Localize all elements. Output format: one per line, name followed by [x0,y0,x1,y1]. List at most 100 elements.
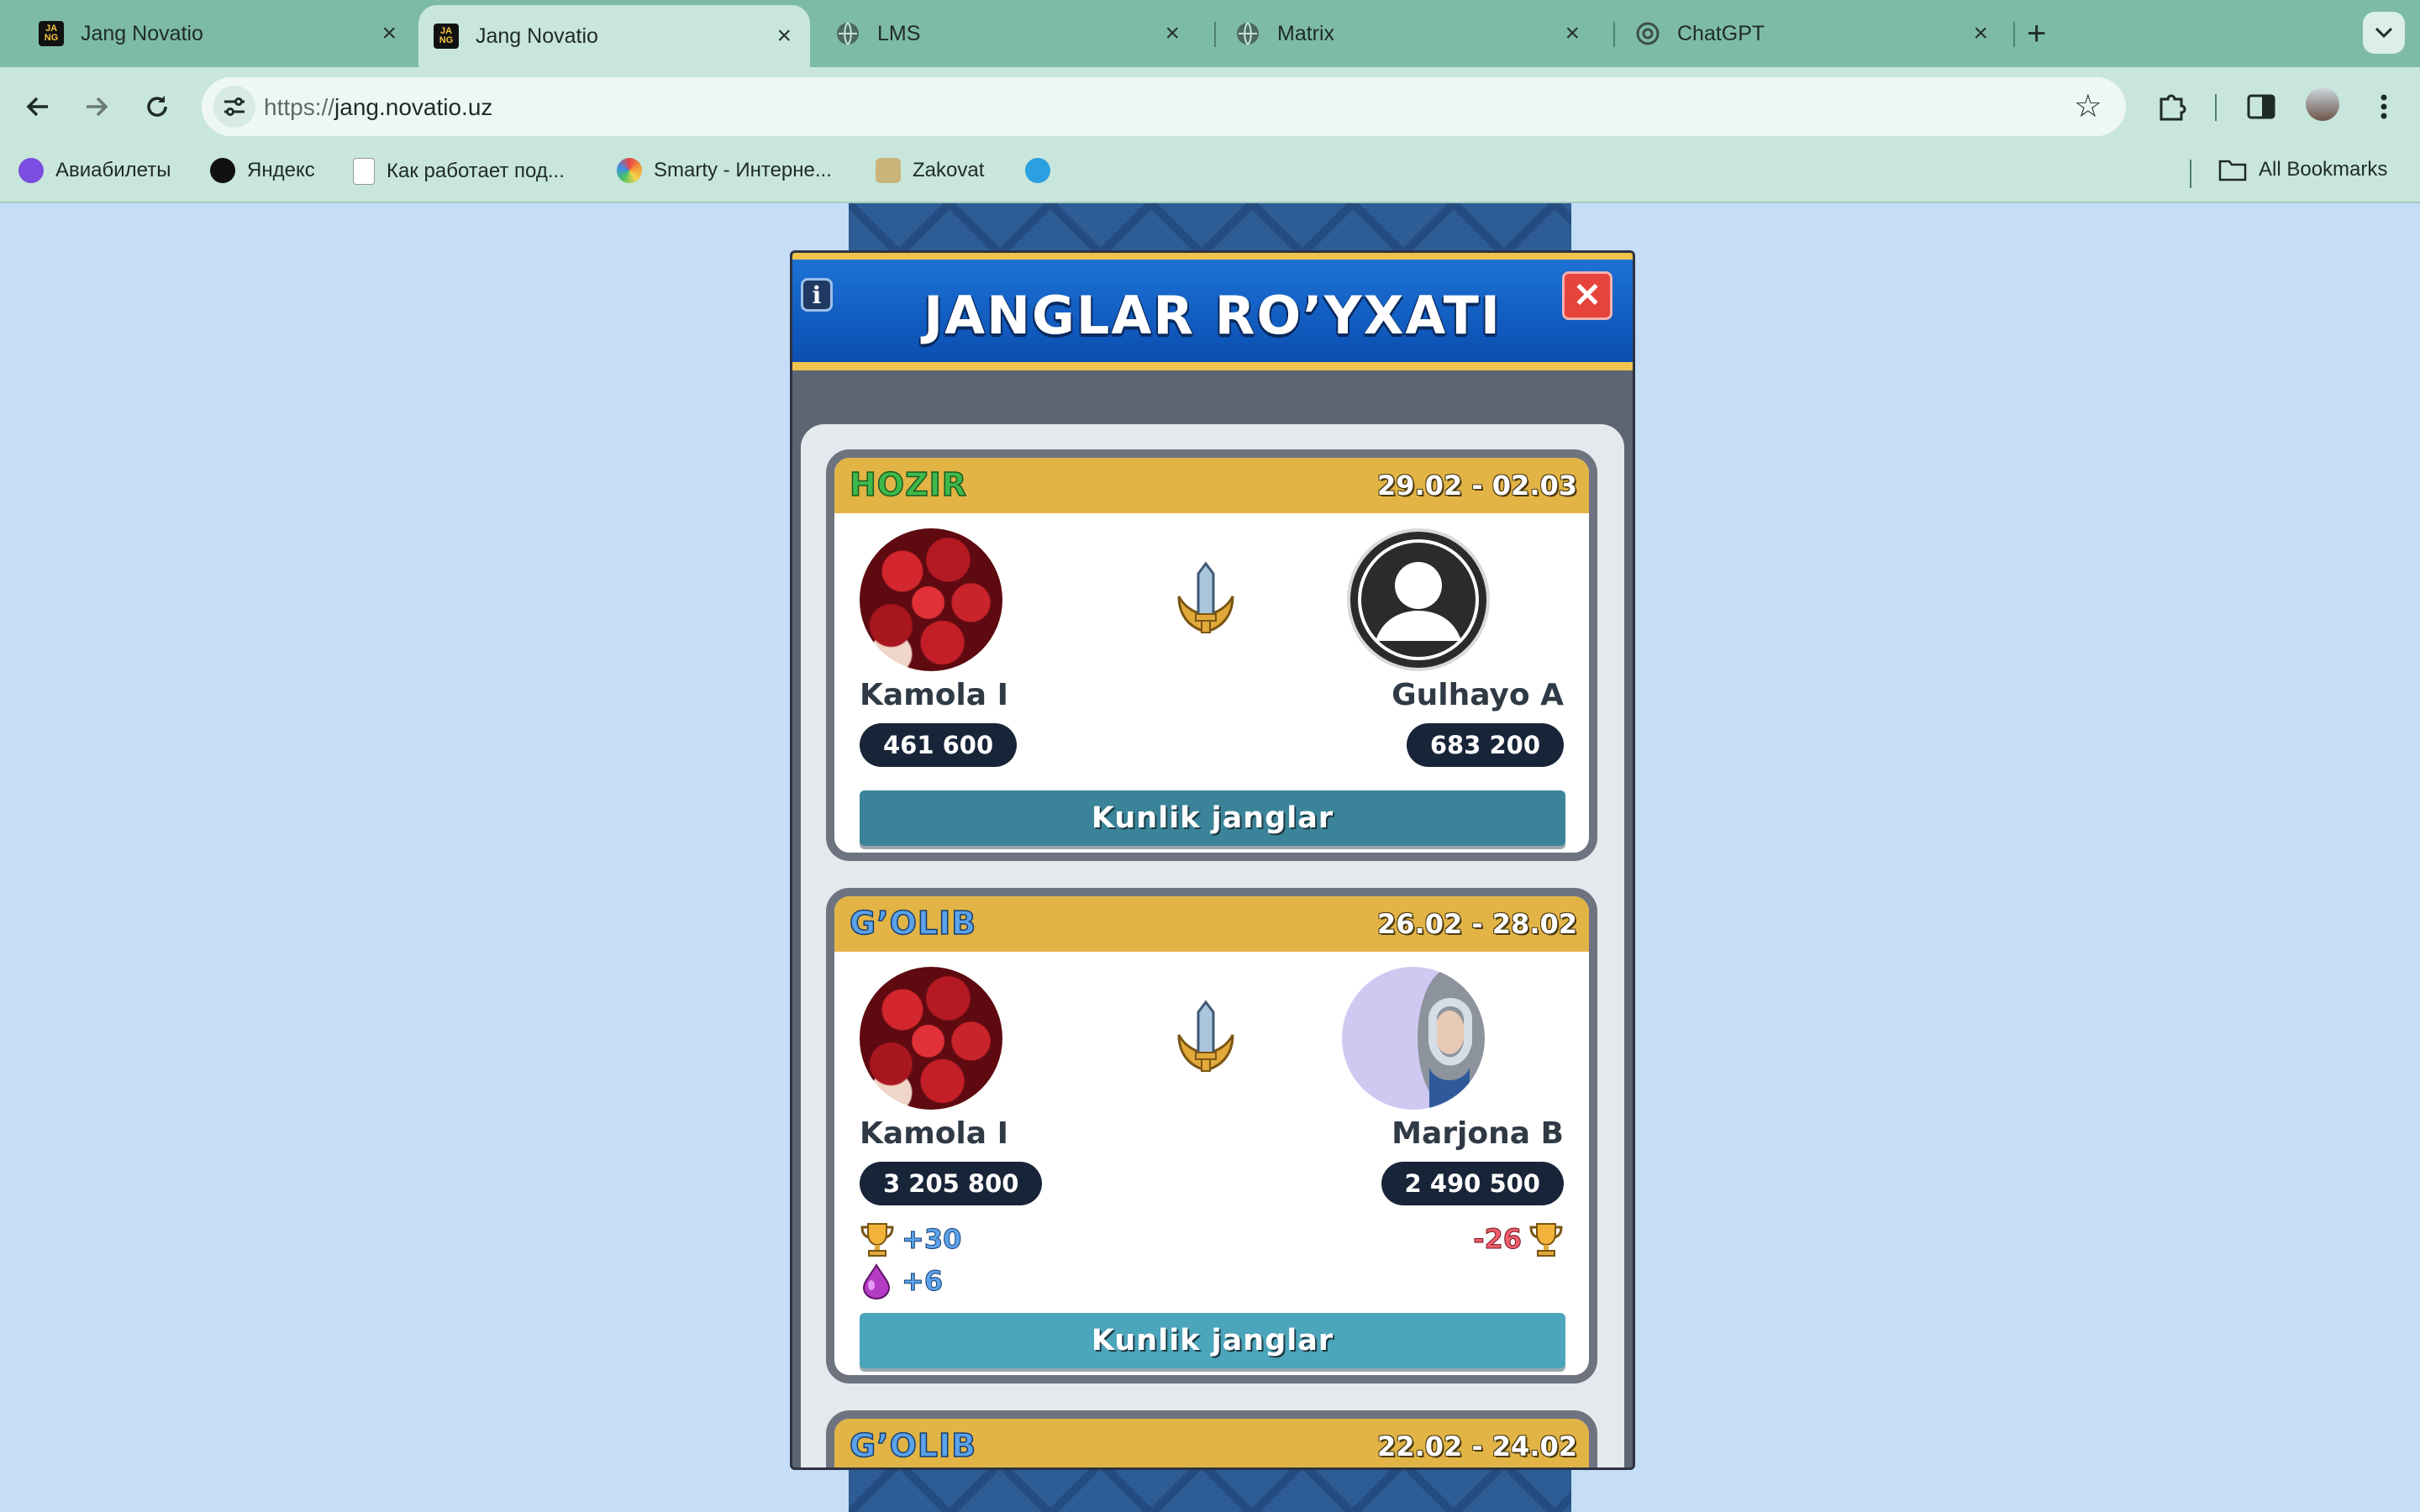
right-trophy-reward: -26 [1473,1221,1564,1257]
jang-novatio-favicon: JA NG [434,24,459,49]
yandex-icon [210,158,235,183]
tab-lms[interactable]: LMS × [812,8,1198,59]
close-tab-icon[interactable]: × [381,19,397,48]
more-vert-icon [2381,94,2387,119]
tab-jang-novatio-1[interactable]: JA NG Jang Novatio × [8,8,415,59]
daily-battles-button[interactable]: Kunlik janglar [860,790,1565,846]
user-photo [1418,968,1485,1110]
player-right-avatar[interactable] [1347,528,1490,671]
battle-card-header: G’OLIB 26.02 - 28.02 [834,896,1589,952]
telegram-icon [1025,158,1050,183]
toolbar-separator [2215,94,2217,121]
elixir-drop-icon [862,1263,891,1299]
player-right-avatar[interactable] [1342,967,1485,1110]
tab-chatgpt[interactable]: ChatGPT × [1612,8,2007,59]
player-left-avatar[interactable] [860,967,1002,1110]
globe-icon [835,21,860,46]
tab-title: ChatGPT [1677,21,1765,45]
all-bookmarks-label: All Bookmarks [2259,158,2388,181]
crossed-sword-emblem-icon [1177,561,1234,633]
bookmark-label: Авиабилеты [55,159,171,181]
close-tab-icon[interactable]: × [1973,19,1988,48]
tab-matrix[interactable]: Matrix × [1212,8,1598,59]
modal-title: JANGLAR RO’YXATI [923,285,1502,346]
bookmark-label: Как работает под... [387,160,565,182]
left-trophy-delta: +30 [901,1223,962,1256]
close-modal-button[interactable]: ✕ [1562,271,1612,320]
battle-dates: 29.02 - 02.03 [1377,470,1577,501]
bookmark-kak-rabotaet[interactable]: Как работает под... [353,158,565,185]
url-text[interactable]: https://jang.novatio.uz [264,94,492,121]
close-tab-icon[interactable]: × [1565,19,1580,48]
battle-card-current: HOZIR 29.02 - 02.03 Kamola I Gulhayo A 4… [826,449,1597,861]
daily-battles-button[interactable]: Kunlik janglar [860,1313,1565,1368]
tab-title: Matrix [1277,21,1335,45]
globe-icon [1235,21,1260,46]
back-button[interactable] [18,87,57,126]
tab-separator [2013,22,2015,47]
url-host: jang.novatio.uz [334,94,493,120]
bookmark-yandex[interactable]: Яндекс [210,158,315,183]
all-bookmarks-button[interactable]: All Bookmarks [2218,158,2387,181]
battles-list[interactable]: HOZIR 29.02 - 02.03 Kamola I Gulhayo A 4… [801,424,1624,1467]
battle-card-winner: G’OLIB 26.02 - 28.02 Kamola I Marjona B … [826,888,1597,1383]
side-panel-icon [2247,94,2275,119]
bookmark-star-icon[interactable]: ☆ [2074,87,2102,125]
battle-card-winner: G’OLIB 22.02 - 24.02 [826,1410,1597,1467]
chevron-down-icon [2375,27,2393,39]
forward-button[interactable] [77,87,116,126]
player-left-name: Kamola I [860,1116,1008,1151]
player-right-score: 2 490 500 [1381,1162,1564,1205]
tab-search-button[interactable] [2363,12,2405,54]
battle-status: G’OLIB [849,1426,977,1465]
site-info-button[interactable] [213,86,255,128]
battle-status: HOZIR [849,465,968,504]
extensions-button[interactable] [2153,87,2191,126]
player-left-avatar[interactable] [860,528,1002,671]
bookmarks-bar: Авиабилеты Яндекс Как работает под... Sm… [0,146,2420,203]
bookmark-aviabilety[interactable]: Авиабилеты [18,158,171,183]
modal-header: i JANGLAR RO’YXATI ✕ [792,253,1633,370]
left-elixir-reward: +6 [860,1263,944,1299]
battle-dates: 26.02 - 28.02 [1377,908,1577,940]
right-trophy-delta: -26 [1473,1223,1523,1256]
default-user-icon [1358,539,1479,660]
side-panel-button[interactable] [2242,87,2281,126]
trophy-icon [1529,1223,1563,1257]
bookmark-telegram[interactable] [1025,158,1062,183]
arrow-left-icon [26,97,48,117]
bookmark-zakovat[interactable]: Zakovat [876,158,984,183]
address-bar[interactable]: https://jang.novatio.uz ☆ [202,77,2126,136]
doc-icon [353,158,375,185]
close-tab-icon[interactable]: × [776,22,792,50]
player-right-name: Gulhayo A [1392,678,1564,712]
player-left-score: 3 205 800 [860,1162,1043,1205]
url-scheme: https:// [264,94,335,120]
reload-icon [147,96,167,117]
browser-toolbar: https://jang.novatio.uz ☆ [0,67,2420,146]
zakovat-icon [876,158,901,183]
tab-title: Jang Novatio [476,24,598,48]
rainbow-icon [617,158,642,183]
plane-icon [18,158,44,183]
battle-card-header: HOZIR 29.02 - 02.03 [834,458,1589,513]
battle-status: G’OLIB [849,904,977,942]
tab-jang-novatio-2[interactable]: JA NG Jang Novatio × [418,5,810,67]
menu-button[interactable] [2365,87,2403,126]
left-elixir-delta: +6 [901,1265,944,1298]
bookmark-label: Smarty - Интерне... [654,159,832,181]
player-left-name: Kamola I [860,678,1008,712]
reload-button[interactable] [138,87,176,126]
tune-icon [224,97,245,116]
close-tab-icon[interactable]: × [1165,19,1180,48]
player-right-score: 683 200 [1406,723,1564,767]
tab-strip: JA NG Jang Novatio × JA NG Jang Novatio … [0,0,2420,67]
trophy-icon [860,1223,894,1257]
bookmark-smarty[interactable]: Smarty - Интерне... [617,158,832,183]
chatgpt-icon [1635,21,1660,46]
bookmark-label: Яндекс [247,159,315,181]
new-tab-button[interactable]: + [2027,15,2046,52]
left-trophy-reward: +30 [860,1221,962,1257]
profile-avatar[interactable] [2306,87,2339,121]
battle-card-header: G’OLIB 22.02 - 24.02 [834,1419,1589,1467]
